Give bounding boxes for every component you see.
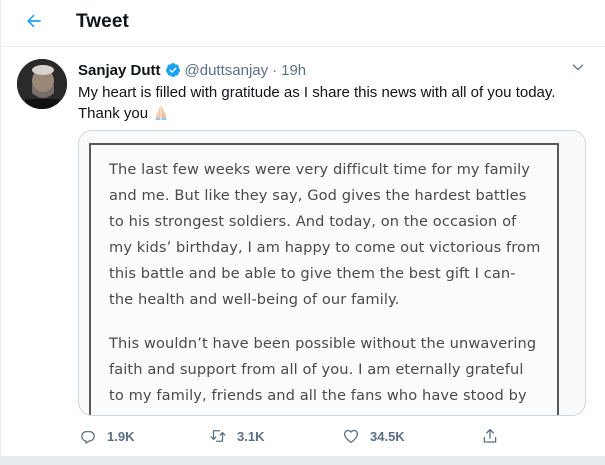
tweet-text-line: My heart is filled with gratitude as I s… xyxy=(78,84,556,101)
tweet-author-row: Sanjay Dutt @duttsanjay · 19h xyxy=(78,60,306,80)
author-handle[interactable]: @duttsanjay xyxy=(185,62,269,79)
statement-line: this battle and be able to give them the… xyxy=(109,265,516,282)
avatar[interactable] xyxy=(17,59,67,109)
tweet-timestamp[interactable]: 19h xyxy=(281,62,306,79)
reply-icon xyxy=(78,426,98,446)
reply-count: 1.9K xyxy=(107,428,135,444)
statement-line: to my family, friends and all the fans w… xyxy=(109,387,527,404)
tweet-text: My heart is filled with gratitude as I s… xyxy=(78,83,588,127)
tweet-actions: 1.9K 3.1K 34.5K xyxy=(78,424,508,448)
statement-line: and me. But like they say, God gives the… xyxy=(109,187,527,204)
statement-line: to his strongest soldiers. And today, on… xyxy=(109,213,517,230)
back-button[interactable] xyxy=(17,8,51,38)
reply-button[interactable]: 1.9K xyxy=(78,424,134,448)
tweet-text-line-content: Thank you xyxy=(78,105,149,122)
like-button[interactable]: 34.5K xyxy=(341,424,405,448)
retweet-button[interactable]: 3.1K xyxy=(208,424,264,448)
more-options-button[interactable] xyxy=(568,60,588,78)
page-title: Tweet xyxy=(76,11,129,32)
like-count: 34.5K xyxy=(370,428,405,444)
bottom-divider xyxy=(1,456,605,465)
tweet-media-image[interactable]: The last few weeks were very difficult t… xyxy=(78,130,586,416)
meta-separator: · xyxy=(272,61,278,79)
retweet-count: 3.1K xyxy=(237,428,265,444)
statement-paragraph: This wouldn’t have been possible without… xyxy=(109,331,559,409)
share-icon xyxy=(480,426,500,446)
retweet-icon xyxy=(208,426,228,446)
verified-badge-icon xyxy=(165,62,181,78)
tweet-text-line: Thank you xyxy=(78,103,588,127)
share-button[interactable] xyxy=(480,424,500,448)
page-header: Tweet xyxy=(1,0,605,47)
statement-line: The last few weeks were very difficult t… xyxy=(109,161,531,178)
arrow-left-icon xyxy=(24,11,44,36)
chevron-down-icon xyxy=(571,60,585,79)
tweet-page: Tweet Sanjay Dutt @duttsanjay · 19h My h… xyxy=(0,0,605,465)
heart-icon xyxy=(341,426,361,446)
statement-paragraph: The last few weeks were very difficult t… xyxy=(109,157,559,313)
author-name[interactable]: Sanjay Dutt xyxy=(78,62,161,79)
statement-line: the health and well-being of our family. xyxy=(109,291,400,308)
statement-text: The last few weeks were very difficult t… xyxy=(109,157,559,415)
statement-line: faith and support from all of you. I am … xyxy=(109,361,524,378)
statement-line: This wouldn’t have been possible without… xyxy=(109,335,537,352)
statement-line: my kids’ birthday, I am happy to come ou… xyxy=(109,239,541,256)
folded-hands-emoji-icon xyxy=(152,103,170,127)
